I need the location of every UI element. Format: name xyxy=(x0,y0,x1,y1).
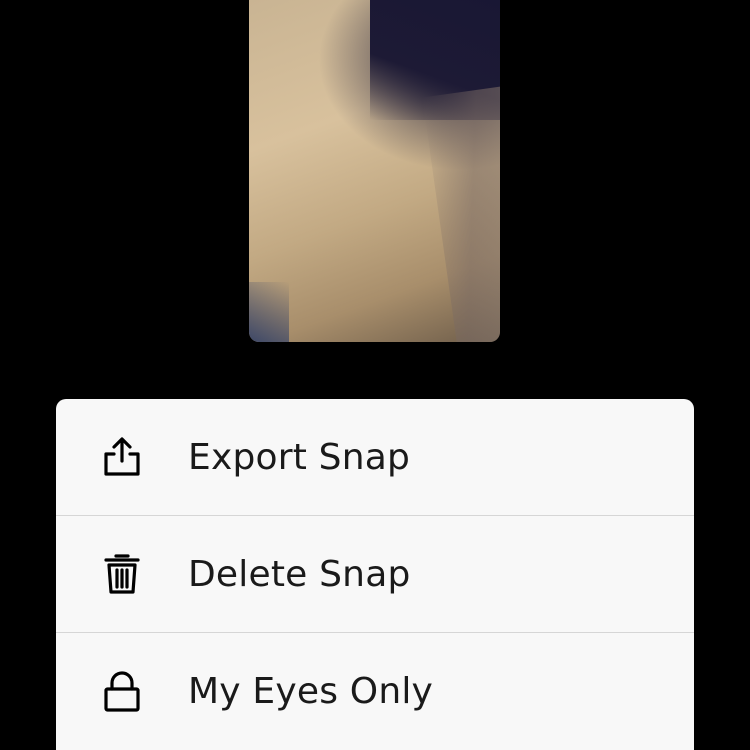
delete-snap-label: Delete Snap xyxy=(188,553,411,595)
trash-icon xyxy=(100,552,144,596)
my-eyes-only-button[interactable]: My Eyes Only xyxy=(56,633,694,749)
snap-image-corner xyxy=(249,282,289,342)
action-sheet: Export Snap Delete Snap My Eyes Only xyxy=(56,399,694,750)
snap-preview-image[interactable] xyxy=(249,0,500,342)
lock-icon xyxy=(100,669,144,713)
export-snap-label: Export Snap xyxy=(188,436,411,478)
snap-image-fold xyxy=(422,85,500,342)
my-eyes-only-label: My Eyes Only xyxy=(188,670,434,712)
share-icon xyxy=(100,435,144,479)
delete-snap-button[interactable]: Delete Snap xyxy=(56,516,694,633)
export-snap-button[interactable]: Export Snap xyxy=(56,399,694,516)
screen: Export Snap Delete Snap My Eyes Only xyxy=(0,0,750,750)
